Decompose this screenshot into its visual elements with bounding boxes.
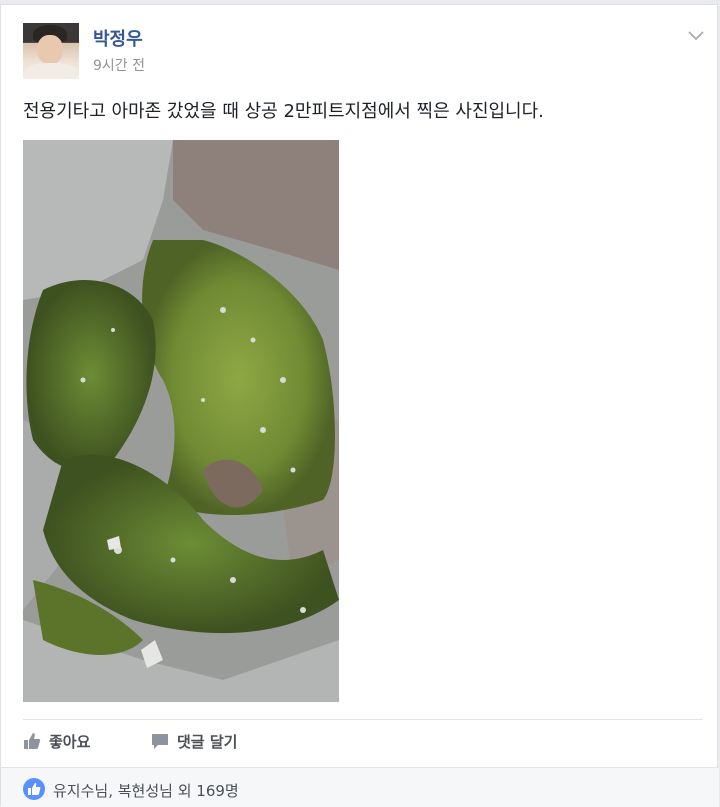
post-card: 박정우 9시간 전 전용기타고 아마존 갔었을 때 상공 2만피트지점에서 찍은… — [0, 4, 719, 807]
like-button[interactable]: 좋아요 — [23, 729, 90, 753]
reaction-summary[interactable]: 유지수님, 복현성님 외 169명 — [53, 780, 239, 801]
post-photo[interactable] — [23, 140, 339, 702]
avatar[interactable] — [23, 23, 79, 79]
comment-button[interactable]: 댓글 달기 — [151, 729, 237, 753]
divider — [23, 719, 703, 720]
like-label: 좋아요 — [49, 732, 91, 751]
reactions-bar: 유지수님, 복현성님 외 169명 — [1, 767, 719, 807]
comment-label: 댓글 달기 — [177, 732, 238, 751]
author-name[interactable]: 박정우 — [93, 25, 143, 51]
post-text: 전용기타고 아마존 갔었을 때 상공 2만피트지점에서 찍은 사진입니다. — [23, 101, 544, 122]
chevron-down-icon[interactable] — [685, 25, 707, 47]
like-reaction-icon — [23, 778, 45, 800]
comment-icon — [151, 732, 169, 750]
thumbs-up-icon — [23, 732, 41, 750]
post-timestamp[interactable]: 9시간 전 — [93, 55, 145, 75]
